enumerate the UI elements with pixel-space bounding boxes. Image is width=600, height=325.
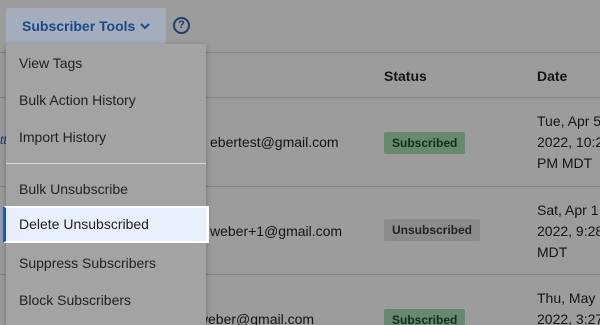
subscriber-tools-menu: View Tags Bulk Action History Import His… [3, 44, 209, 325]
menu-item-view-tags[interactable]: View Tags [6, 45, 206, 82]
chevron-down-icon [140, 23, 150, 30]
menu-item-delete-unsubscribed[interactable]: Delete Unsubscribed [3, 206, 209, 243]
menu-item-import-history[interactable]: Import History [6, 119, 206, 156]
menu-item-suppress-subscribers[interactable]: Suppress Subscribers [6, 245, 206, 282]
menu-item-block-subscribers[interactable]: Block Subscribers [6, 282, 206, 319]
menu-divider [6, 163, 206, 164]
subscriber-tools-button-open[interactable]: Subscriber Tools [6, 8, 166, 44]
subscriber-tools-label: Subscriber Tools [22, 18, 136, 34]
menu-item-bulk-unsubscribe[interactable]: Bulk Unsubscribe [6, 171, 206, 208]
menu-item-bulk-action-history[interactable]: Bulk Action History [6, 82, 206, 119]
